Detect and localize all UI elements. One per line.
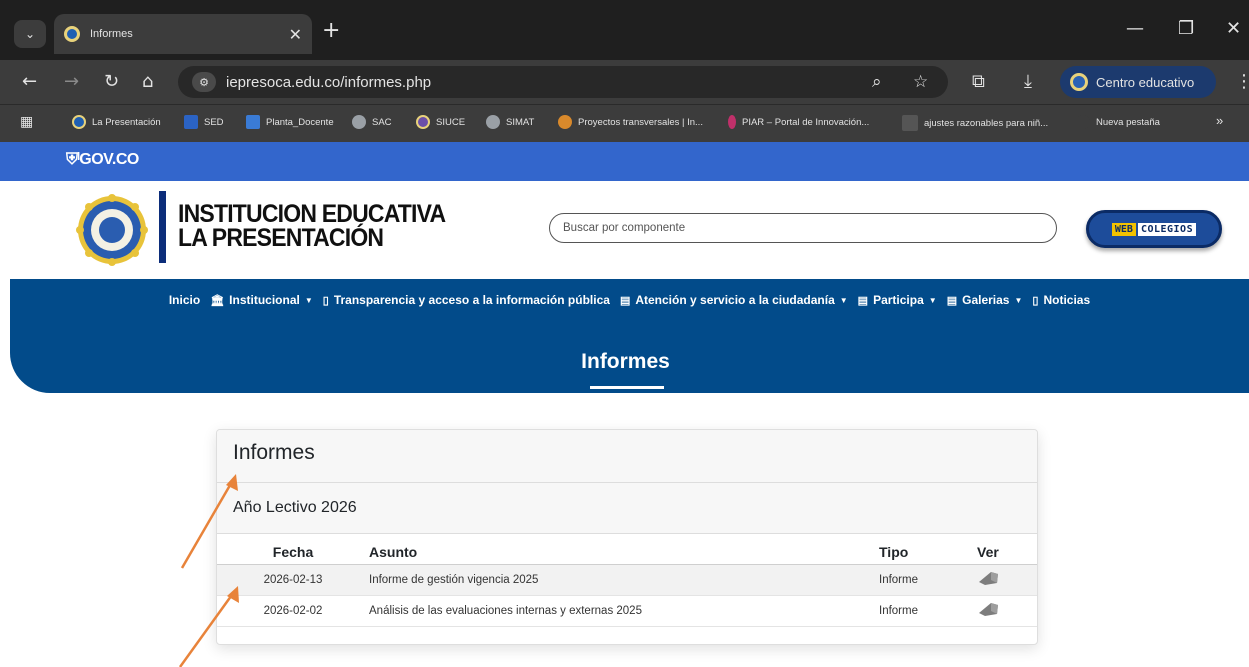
- home-icon[interactable]: ⌂: [142, 70, 153, 94]
- title-underline: [590, 386, 664, 389]
- bookmark-favicon-icon: [902, 115, 918, 131]
- site-favicon-icon: [64, 26, 80, 42]
- bookmark-la-presentacion[interactable]: La Presentación: [72, 115, 161, 129]
- bookmark-favicon-icon: [72, 115, 86, 129]
- row-tipo: Informe: [879, 564, 977, 596]
- bookmark-favicon-icon: [416, 115, 430, 129]
- header-divider: [159, 191, 166, 263]
- bookmark-nueva-pestana[interactable]: Nueva pestaña: [1076, 115, 1160, 129]
- row-fecha: 2026-02-13: [217, 564, 349, 596]
- nav-participa[interactable]: ▤ Participa ▼: [858, 293, 937, 307]
- informes-table: Fecha Asunto Tipo Ver 2026-02-13 Informe…: [217, 540, 1037, 627]
- site-info-icon[interactable]: ⚙: [192, 72, 216, 92]
- nav-inicio[interactable]: Inicio: [169, 293, 200, 307]
- apps-grid-icon[interactable]: ▦: [20, 113, 33, 130]
- informes-card: Informes Año Lectivo 2026 Fecha Asunto T…: [216, 429, 1038, 645]
- menu-kebab-icon[interactable]: ⋮: [1235, 70, 1249, 94]
- back-icon[interactable]: ←: [22, 70, 37, 94]
- tab-title: Informes: [90, 28, 133, 40]
- nav-noticias[interactable]: ▯ Noticias: [1032, 293, 1090, 307]
- row-tipo: Informe: [879, 595, 977, 627]
- school-emblem-icon[interactable]: [76, 194, 148, 266]
- book-icon: ▯: [322, 294, 329, 307]
- extensions-icon[interactable]: ⧉: [972, 70, 985, 94]
- profile-avatar-icon: [1070, 73, 1088, 91]
- column-header-ver: Ver: [977, 540, 1037, 565]
- bookmark-sed[interactable]: SED: [184, 115, 224, 129]
- close-tab-icon[interactable]: ✕: [289, 25, 302, 44]
- bookmark-simat[interactable]: SIMAT: [486, 115, 534, 129]
- close-window-icon[interactable]: ✕: [1226, 18, 1241, 39]
- caret-down-icon: ▼: [1014, 295, 1023, 305]
- gov-shield-icon: ⛨: [66, 151, 78, 168]
- browser-tab-bar: ⌄ Informes ✕ + — ❐ ✕: [0, 0, 1249, 60]
- chevron-down-icon: ⌄: [24, 27, 36, 41]
- year-heading: Año Lectivo 2026: [217, 483, 1037, 534]
- card-title: Informes: [217, 430, 1037, 483]
- column-header-asunto: Asunto: [349, 540, 879, 565]
- nav-galerias[interactable]: ▤ Galerias ▼: [947, 293, 1023, 307]
- bookmark-ajustes[interactable]: ajustes razonables para niñ...: [902, 115, 1048, 131]
- caret-down-icon: ▼: [928, 295, 937, 305]
- book-icon: ▯: [1032, 294, 1039, 307]
- globe-icon: [486, 115, 500, 129]
- bookmark-favicon-icon: [1076, 115, 1090, 129]
- bookmark-siuce[interactable]: SIUCE: [416, 115, 465, 129]
- column-header-fecha: Fecha: [217, 540, 349, 565]
- nav-atencion[interactable]: ▤ Atención y servicio a la ciudadanía ▼: [620, 293, 848, 307]
- table-row: 2026-02-02 Análisis de las evaluaciones …: [217, 595, 1037, 627]
- bookmark-favicon-icon: [184, 115, 198, 129]
- new-tab-button[interactable]: +: [322, 20, 340, 42]
- webcolegios-button[interactable]: WEB COLEGIOS: [1086, 210, 1222, 248]
- zoom-icon[interactable]: ⌕: [872, 66, 882, 98]
- table-row: 2026-02-13 Informe de gestión vigencia 2…: [217, 564, 1037, 596]
- bookmarks-bar: ▦ La Presentación SED Planta_Docente SAC…: [0, 104, 1249, 142]
- column-header-tipo: Tipo: [879, 540, 977, 565]
- url-text: iepresoca.edu.co/informes.php: [226, 73, 432, 91]
- reload-icon[interactable]: ↻: [104, 70, 119, 94]
- bookmark-sac[interactable]: SAC: [352, 115, 392, 129]
- nav-transparencia[interactable]: ▯ Transparencia y acceso a la información…: [323, 293, 610, 307]
- page-title: Informes: [581, 350, 670, 373]
- tab-search-button[interactable]: ⌄: [14, 20, 46, 48]
- bookmark-piar[interactable]: PIAR – Portal de Innovación...: [728, 115, 869, 129]
- more-bookmarks-button[interactable]: »: [1216, 113, 1223, 128]
- institution-title: INSTITUCION EDUCATIVA LA PRESENTACIÓN: [178, 198, 446, 252]
- restore-icon[interactable]: ❐: [1178, 18, 1194, 39]
- view-document-icon[interactable]: [977, 570, 999, 586]
- id-card-icon: ▤: [619, 294, 631, 307]
- gallery-icon: ▤: [946, 294, 958, 307]
- row-asunto: Análisis de las evaluaciones internas y …: [349, 595, 879, 627]
- download-icon[interactable]: ⤓: [1024, 70, 1032, 94]
- bookmark-favicon-icon: [246, 115, 260, 129]
- building-icon: 🏛: [210, 294, 225, 307]
- caret-down-icon: ▼: [304, 295, 313, 305]
- profile-button[interactable]: Centro educativo: [1060, 66, 1216, 98]
- view-document-icon[interactable]: [977, 601, 999, 617]
- row-fecha: 2026-02-02: [217, 595, 349, 627]
- row-ver: [977, 564, 1037, 596]
- bookmark-proyectos[interactable]: Proyectos transversales | In...: [558, 115, 703, 129]
- nav-institucional[interactable]: 🏛 Institucional ▼: [210, 293, 313, 307]
- bookmark-favicon-icon: [558, 115, 572, 129]
- caret-down-icon: ▼: [839, 295, 848, 305]
- browser-toolbar: ← → ↻ ⌂ ⚙ iepresoca.edu.co/informes.php …: [0, 60, 1249, 104]
- globe-icon: [352, 115, 366, 129]
- main-navigation: Inicio 🏛 Institucional ▼ ▯ Transparencia y …: [10, 279, 1249, 321]
- browser-tab[interactable]: Informes ✕: [54, 14, 312, 54]
- bookmark-star-icon[interactable]: ☆: [913, 66, 928, 98]
- component-search-input[interactable]: [549, 213, 1057, 243]
- row-ver: [977, 595, 1037, 627]
- profile-label: Centro educativo: [1096, 74, 1195, 90]
- bookmark-favicon-icon: [728, 115, 736, 129]
- forward-icon[interactable]: →: [64, 70, 79, 94]
- list-icon: ▤: [857, 294, 869, 307]
- gov-logo[interactable]: ⛨ˡGOV.CO: [66, 151, 139, 169]
- row-asunto: Informe de gestión vigencia 2025: [349, 564, 879, 596]
- minimize-icon[interactable]: —: [1126, 18, 1144, 39]
- gov-bar: ⛨ˡGOV.CO: [0, 142, 1249, 181]
- address-bar[interactable]: ⚙ iepresoca.edu.co/informes.php ⌕ ☆: [178, 66, 948, 98]
- bookmark-planta-docente[interactable]: Planta_Docente: [246, 115, 334, 129]
